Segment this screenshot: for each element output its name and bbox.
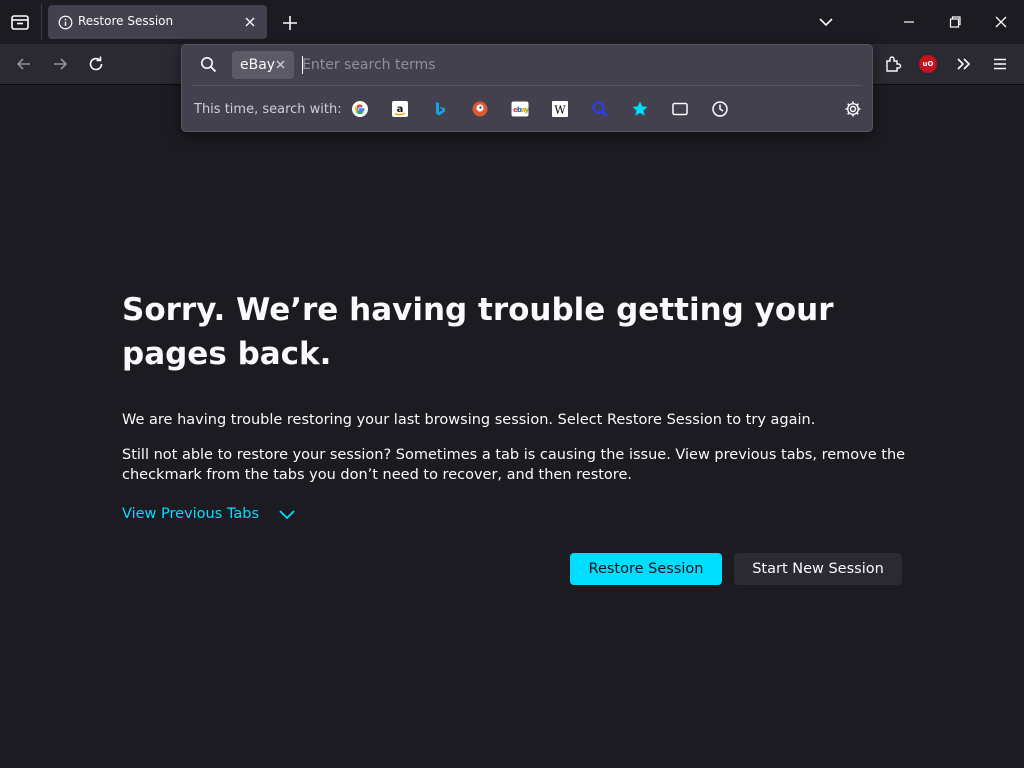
restore-session-button[interactable]: Restore Session	[570, 553, 722, 585]
view-previous-tabs-link[interactable]: View Previous Tabs	[122, 506, 259, 522]
tabs-icon[interactable]	[671, 100, 689, 118]
overflow-menu-icon[interactable]	[954, 54, 974, 74]
tab-separator	[41, 4, 42, 40]
reload-icon[interactable]	[86, 54, 106, 74]
back-icon[interactable]	[14, 54, 34, 74]
list-all-tabs-icon[interactable]	[818, 16, 834, 28]
minimize-icon[interactable]	[902, 16, 916, 28]
search-icon	[200, 56, 217, 73]
amazon-icon[interactable]: a	[391, 100, 409, 118]
history-icon[interactable]	[711, 100, 729, 118]
tab-strip: Restore Session	[0, 0, 1024, 44]
ebay-icon[interactable]: ebay	[511, 100, 529, 118]
tab-close-icon[interactable]	[243, 15, 257, 29]
svg-text:a: a	[397, 104, 404, 115]
search-engine-chip-label: eBay	[240, 57, 276, 73]
tab-title: Restore Session	[78, 14, 174, 28]
wikipedia-icon[interactable]: W	[551, 100, 569, 118]
chip-remove-icon[interactable]	[275, 59, 286, 70]
close-window-icon[interactable]	[993, 14, 1009, 30]
search-with-label: This time, search with:	[194, 102, 342, 117]
svg-text:W: W	[554, 104, 566, 117]
page-title: Sorry. We’re having trouble getting your…	[122, 292, 834, 372]
restore-help-text: Still not able to restore your session? …	[122, 447, 906, 483]
forward-icon[interactable]	[50, 54, 70, 74]
bing-icon[interactable]	[431, 100, 449, 118]
hamburger-menu-icon[interactable]	[990, 54, 1010, 74]
restore-window-icon[interactable]	[947, 14, 963, 30]
search-engine-chip[interactable]: eBay	[232, 51, 294, 79]
info-icon	[58, 15, 73, 30]
duckduckgo-icon[interactable]	[471, 100, 489, 118]
firefox-view-icon[interactable]	[10, 12, 30, 32]
search-engine-icon[interactable]	[591, 100, 609, 118]
extensions-icon[interactable]	[883, 54, 903, 74]
chevron-down-icon[interactable]	[278, 509, 296, 521]
restore-description: We are having trouble restoring your las…	[122, 412, 816, 428]
ublock-origin-icon[interactable]: uO	[919, 55, 937, 73]
svg-text:y: y	[525, 106, 530, 114]
search-settings-gear-icon[interactable]	[844, 100, 862, 118]
panel-divider	[192, 85, 862, 86]
new-tab-icon[interactable]	[281, 14, 299, 32]
address-bar-popup: eBay This time, search with: a ebay W	[181, 44, 873, 132]
bookmarks-icon[interactable]	[631, 100, 649, 118]
search-input[interactable]	[302, 53, 842, 77]
tab-restore-session[interactable]: Restore Session	[48, 5, 267, 39]
google-icon[interactable]	[351, 100, 369, 118]
start-new-session-button[interactable]: Start New Session	[734, 553, 902, 585]
